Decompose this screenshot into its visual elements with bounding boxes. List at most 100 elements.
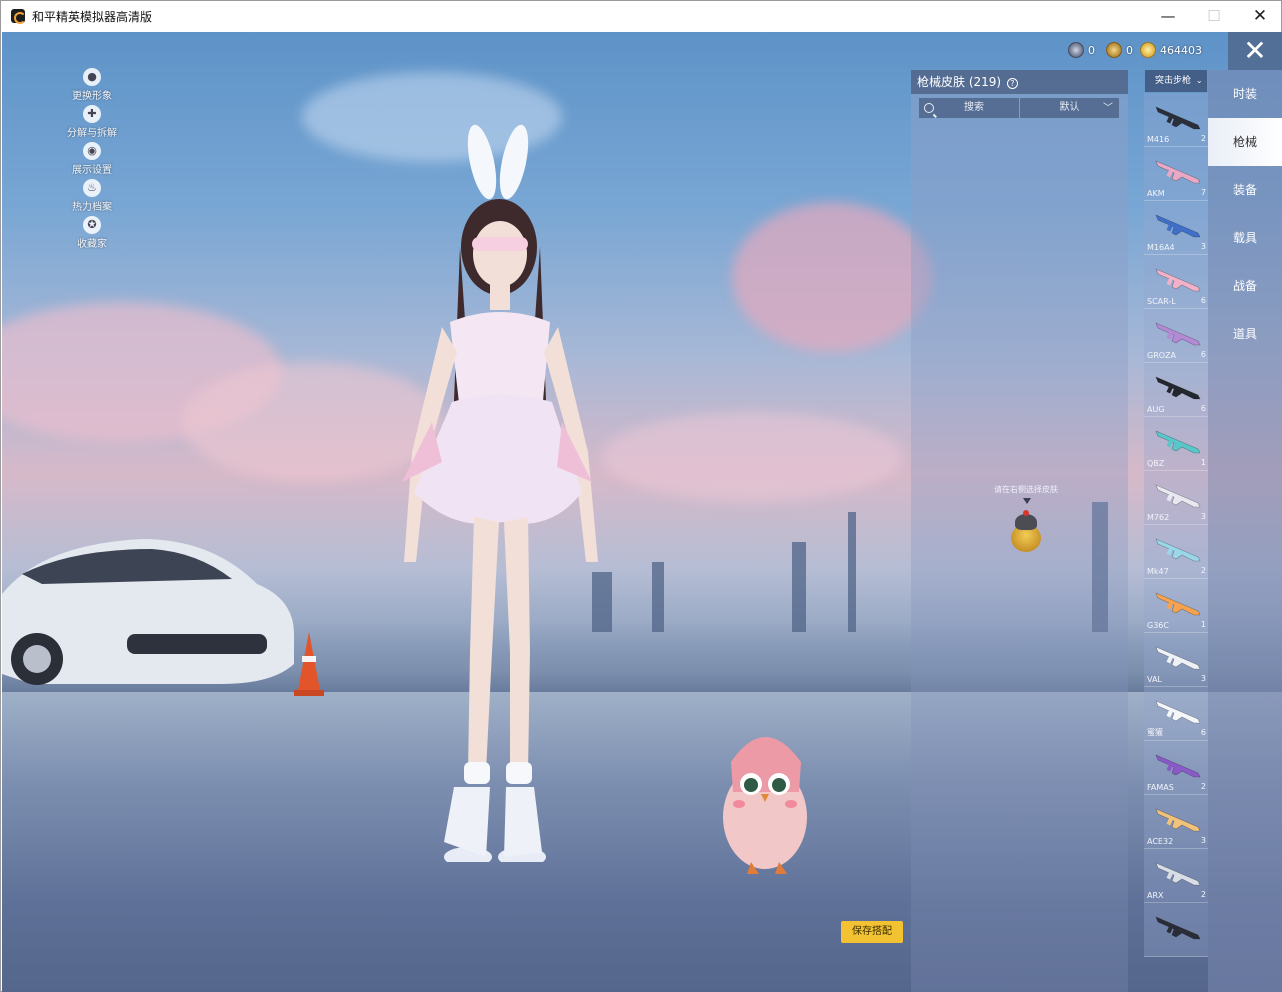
tab-category[interactable]: 道具 (1208, 310, 1282, 358)
gun-skin-count: 3 (1200, 836, 1206, 845)
gun-list-item[interactable]: SCAR-L 6 (1144, 255, 1208, 309)
gun-name: ARX (1147, 891, 1164, 900)
sort-dropdown[interactable]: 默认 ﹀ (1019, 98, 1119, 118)
app-window: 和平精英模拟器高清版 — ☐ ✕ ● 更换形象 ✚ 分解与拆解 ◉ 展示设置 ♨… (0, 0, 1282, 992)
search-input[interactable]: 搜索 (919, 98, 1019, 118)
minimize-button[interactable]: — (1145, 1, 1191, 31)
gun-icon (1155, 808, 1201, 832)
weapon-skin-panel: 枪械皮肤 (219) ? 搜索 默认 ﹀ 请在右侧选择皮肤 (911, 70, 1128, 992)
gun-icon (1155, 106, 1201, 130)
tower (848, 512, 856, 632)
menu-decompose[interactable]: ✚ 分解与拆解 (52, 105, 132, 142)
currency-medal: 0 (1106, 42, 1133, 58)
gun-type-label: 突击步枪 (1155, 76, 1192, 86)
close-window-button[interactable]: ✕ (1237, 1, 1282, 31)
tab-category[interactable]: 载具 (1208, 214, 1282, 262)
tab-category[interactable]: 战备 (1208, 262, 1282, 310)
gun-skin-count: 3 (1200, 674, 1206, 683)
skin-panel-title: 枪械皮肤 (219) (917, 75, 1002, 89)
pet-companion (723, 737, 807, 874)
chevron-down-icon: ﹀ (1103, 103, 1113, 114)
gun-name: Mk47 (1147, 567, 1169, 576)
gun-list-item[interactable]: M762 3 (1144, 471, 1208, 525)
gun-name: 蜜獾 (1147, 728, 1163, 737)
gun-list-item[interactable]: ARX 2 (1144, 849, 1208, 903)
currency-value: 0 (1088, 43, 1095, 57)
gold-medal-icon (1106, 42, 1122, 58)
gun-skin-count: 7 (1200, 188, 1206, 197)
gun-icon (1155, 430, 1201, 454)
category-nav: 时装 枪械 装备 载具 战备 道具 (1208, 70, 1282, 992)
gun-icon (1155, 484, 1201, 508)
search-placeholder: 搜索 (964, 102, 984, 113)
gun-skin-count: 2 (1200, 134, 1206, 143)
gun-name: ACE32 (1147, 837, 1174, 846)
gun-list-item[interactable]: G36C 1 (1144, 579, 1208, 633)
menu-label: 分解与拆解 (67, 128, 117, 139)
mascot-icon (1003, 510, 1049, 556)
gun-list-item[interactable]: VAL 3 (1144, 633, 1208, 687)
gun-list-item[interactable]: GROZA 6 (1144, 309, 1208, 363)
puzzle-icon: ✚ (83, 105, 101, 123)
gun-icon (1155, 160, 1201, 184)
gun-name: FAMAS (1147, 783, 1174, 792)
gun-list: M416 2 AKM 7 M16A4 3 SCAR-L 6 GROZA 6 AUG 6 QBZ 1 M762… (1144, 93, 1208, 957)
cloud-bg (732, 202, 932, 352)
tab-category[interactable]: 装备 (1208, 166, 1282, 214)
menu-collection[interactable]: ✪ 收藏家 (52, 216, 132, 253)
gun-name: M762 (1147, 513, 1170, 522)
menu-change-appearance[interactable]: ● 更换形象 (52, 68, 132, 105)
currency-value: 0 (1126, 43, 1133, 57)
character-model (402, 124, 598, 862)
gun-list-item[interactable]: M416 2 (1144, 93, 1208, 147)
hint-arrow (1023, 498, 1031, 504)
close-icon[interactable]: ✕ (1228, 32, 1282, 70)
select-skin-hint: 请在右侧选择皮肤 (994, 485, 1058, 494)
gun-icon (1155, 700, 1201, 724)
tab-category[interactable]: 时装 (1208, 70, 1282, 118)
gun-skin-count: 2 (1200, 890, 1206, 899)
gun-list-item[interactable] (1144, 903, 1208, 957)
gun-list-item[interactable]: AUG 6 (1144, 363, 1208, 417)
traffic-cone (294, 632, 324, 696)
search-sort-row: 搜索 默认 ﹀ (919, 98, 1119, 118)
menu-label: 更换形象 (72, 91, 112, 102)
gun-icon (1155, 754, 1201, 778)
sort-label: 默认 (1059, 102, 1080, 113)
gun-list-item[interactable]: ACE32 3 (1144, 795, 1208, 849)
gun-skin-count: 1 (1200, 458, 1206, 467)
gun-name: SCAR-L (1147, 297, 1176, 306)
gun-skin-count: 6 (1200, 728, 1206, 737)
search-icon (924, 103, 934, 113)
gun-list-item[interactable]: AKM 7 (1144, 147, 1208, 201)
gun-list-item[interactable]: 蜜獾 6 (1144, 687, 1208, 741)
chevron-down-icon: ⌄ (1195, 76, 1203, 85)
currency-silver: 0 (1068, 42, 1095, 58)
maximize-button[interactable]: ☐ (1191, 1, 1237, 31)
eye-icon: ◉ (83, 142, 101, 160)
gold-coin-icon (1140, 42, 1156, 58)
gun-skin-count: 2 (1200, 566, 1206, 575)
gun-icon (1155, 322, 1201, 346)
gun-name: QBZ (1147, 459, 1165, 468)
gun-list-item[interactable]: M16A4 3 (1144, 201, 1208, 255)
menu-label: 展示设置 (72, 165, 112, 176)
gun-list-item[interactable]: FAMAS 2 (1144, 741, 1208, 795)
gun-icon (1155, 916, 1201, 940)
gun-skin-count: 2 (1200, 782, 1206, 791)
badge-icon: ✪ (83, 216, 101, 234)
tab-category[interactable]: 枪械 (1208, 118, 1282, 166)
gun-list-item[interactable]: Mk47 2 (1144, 525, 1208, 579)
question-icon[interactable]: ? (1006, 78, 1018, 89)
gun-list-item[interactable]: QBZ 1 (1144, 417, 1208, 471)
save-outfit-button[interactable]: 保存搭配 (841, 921, 903, 943)
gun-icon (1155, 376, 1201, 400)
gun-icon (1155, 538, 1201, 562)
app-logo-icon (11, 9, 26, 24)
car-model (2, 539, 294, 685)
currency-gold: 464403 (1140, 42, 1202, 58)
menu-hot-archive[interactable]: ♨ 热力档案 (52, 179, 132, 216)
gun-type-dropdown[interactable]: 突击步枪 ⌄ (1145, 70, 1207, 92)
gun-icon (1155, 268, 1201, 292)
menu-display-settings[interactable]: ◉ 展示设置 (52, 142, 132, 179)
